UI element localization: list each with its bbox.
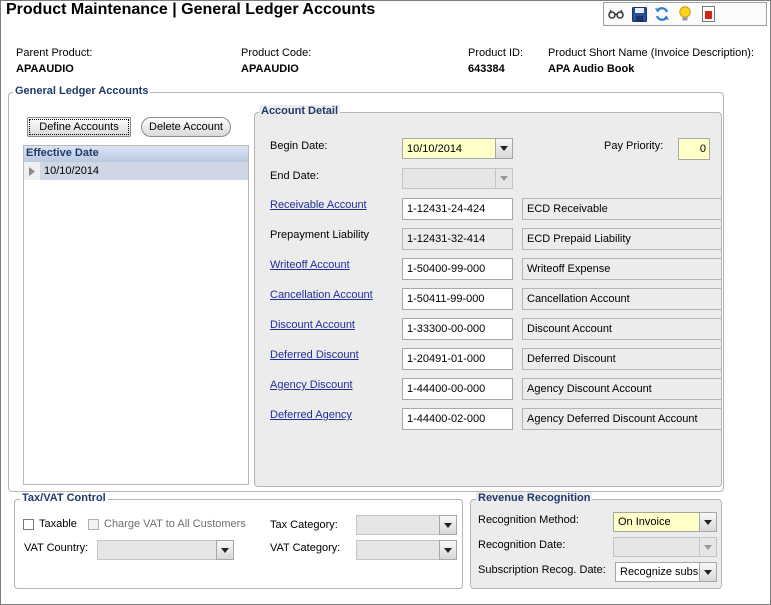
parent-product-label: Parent Product: (16, 47, 93, 59)
subscription-recog-dropdown[interactable]: Recognize subs (615, 562, 717, 582)
recognition-date-value (613, 537, 699, 557)
agency-discount-code[interactable]: 1-44400-00-000 (402, 378, 513, 400)
agency-discount-link[interactable]: Agency Discount (270, 379, 353, 391)
tax-category-value (356, 515, 439, 535)
discount-account-link[interactable]: Discount Account (270, 319, 355, 331)
deferred-discount-code[interactable]: 1-20491-01-000 (402, 348, 513, 370)
end-date-label: End Date: (270, 170, 319, 182)
vat-country-label: VAT Country: (24, 542, 89, 554)
vat-category-value (356, 540, 439, 560)
product-code-value: APAAUDIO (241, 63, 299, 75)
agency-discount-description: Agency Discount Account (522, 378, 722, 400)
taxable-checkbox-row[interactable]: Taxable (23, 518, 77, 530)
cancellation-account-link[interactable]: Cancellation Account (270, 289, 373, 301)
subscription-recog-value[interactable]: Recognize subs (615, 562, 699, 582)
glasses-icon[interactable] (608, 6, 624, 22)
product-id-label: Product ID: (468, 47, 524, 59)
pay-priority-label: Pay Priority: (604, 140, 664, 152)
effective-date-grid: Effective Date 10/10/2014 (23, 145, 249, 485)
vat-country-value (97, 540, 216, 560)
taxable-checkbox[interactable] (23, 518, 34, 530)
save-icon[interactable] (631, 6, 647, 22)
recognition-date-label: Recognition Date: (478, 539, 566, 551)
deferred-discount-description: Deferred Discount (522, 348, 722, 370)
short-name-label: Product Short Name (Invoice Description)… (548, 47, 755, 59)
tax-vat-legend: Tax/VAT Control (20, 492, 108, 504)
table-row[interactable]: 10/10/2014 (24, 162, 248, 180)
vat-country-dropdown[interactable] (97, 540, 234, 560)
account-detail-legend: Account Detail (259, 105, 341, 117)
cancellation-account-description: Cancellation Account (522, 288, 722, 310)
deferred-agency-link[interactable]: Deferred Agency (270, 409, 352, 421)
product-code-label: Product Code: (241, 47, 312, 59)
chevron-down-icon[interactable] (216, 540, 234, 560)
prepayment-liability-description: ECD Prepaid Liability (522, 228, 722, 250)
chevron-down-icon (495, 168, 513, 189)
recognition-method-value[interactable]: On Invoice (613, 512, 699, 532)
recognition-date-dropdown[interactable] (613, 537, 717, 557)
short-name-value: APA Audio Book (548, 63, 635, 75)
prepayment-liability-code: 1-12431-32-414 (402, 228, 513, 250)
receivable-account-description: ECD Receivable (522, 198, 722, 220)
refresh-icon[interactable] (654, 6, 670, 22)
cancellation-account-code[interactable]: 1-50411-99-000 (402, 288, 513, 310)
end-date-value (402, 168, 495, 189)
tax-category-dropdown[interactable] (356, 515, 457, 535)
chevron-down-icon[interactable] (439, 515, 457, 535)
charge-vat-checkbox-row[interactable]: Charge VAT to All Customers (88, 518, 246, 530)
effective-date-cell: 10/10/2014 (44, 165, 100, 177)
toolbar (603, 2, 767, 26)
define-accounts-button[interactable]: Define Accounts (27, 117, 131, 137)
end-date-dropdown[interactable] (402, 168, 513, 189)
deferred-agency-code[interactable]: 1-44400-02-000 (402, 408, 513, 430)
parent-product-value: APAAUDIO (16, 63, 74, 75)
vat-category-label: VAT Category: (270, 542, 341, 554)
recognition-method-label: Recognition Method: (478, 514, 579, 526)
recognition-method-dropdown[interactable]: On Invoice (613, 512, 717, 532)
report-icon[interactable] (700, 6, 716, 22)
receivable-account-code[interactable]: 1-12431-24-424 (402, 198, 513, 220)
discount-account-description: Discount Account (522, 318, 722, 340)
receivable-account-link[interactable]: Receivable Account (270, 199, 367, 211)
pay-priority-input[interactable]: 0 (678, 138, 710, 160)
begin-date-value[interactable]: 10/10/2014 (402, 138, 495, 159)
chevron-down-icon[interactable] (495, 138, 513, 159)
lightbulb-icon[interactable] (677, 6, 693, 22)
subscription-recog-label: Subscription Recog. Date: (478, 564, 606, 576)
writeoff-account-description: Writeoff Expense (522, 258, 722, 280)
tax-category-label: Tax Category: (270, 519, 338, 531)
vat-category-dropdown[interactable] (356, 540, 457, 560)
chevron-down-icon[interactable] (439, 540, 457, 560)
grid-header-effective-date[interactable]: Effective Date (24, 146, 248, 162)
charge-vat-label: Charge VAT to All Customers (104, 518, 246, 530)
page-title: Product Maintenance | General Ledger Acc… (6, 1, 376, 18)
begin-date-dropdown[interactable]: 10/10/2014 (402, 138, 513, 159)
product-id-value: 643384 (468, 63, 505, 75)
chevron-down-icon[interactable] (699, 512, 717, 532)
row-expand-icon[interactable] (24, 162, 40, 180)
chevron-down-icon[interactable] (699, 562, 717, 582)
discount-account-code[interactable]: 1-33300-00-000 (402, 318, 513, 340)
revenue-recognition-legend: Revenue Recognition (476, 492, 593, 504)
gl-accounts-legend: General Ledger Accounts (13, 85, 151, 97)
deferred-agency-description: Agency Deferred Discount Account (522, 408, 722, 430)
taxable-label: Taxable (39, 518, 77, 530)
delete-account-button[interactable]: Delete Account (141, 117, 231, 137)
prepayment-liability-label: Prepayment Liability (270, 229, 370, 241)
charge-vat-checkbox[interactable] (88, 518, 99, 530)
writeoff-account-link[interactable]: Writeoff Account (270, 259, 350, 271)
begin-date-label: Begin Date: (270, 140, 328, 152)
deferred-discount-link[interactable]: Deferred Discount (270, 349, 359, 361)
chevron-down-icon (699, 537, 717, 557)
writeoff-account-code[interactable]: 1-50400-99-000 (402, 258, 513, 280)
